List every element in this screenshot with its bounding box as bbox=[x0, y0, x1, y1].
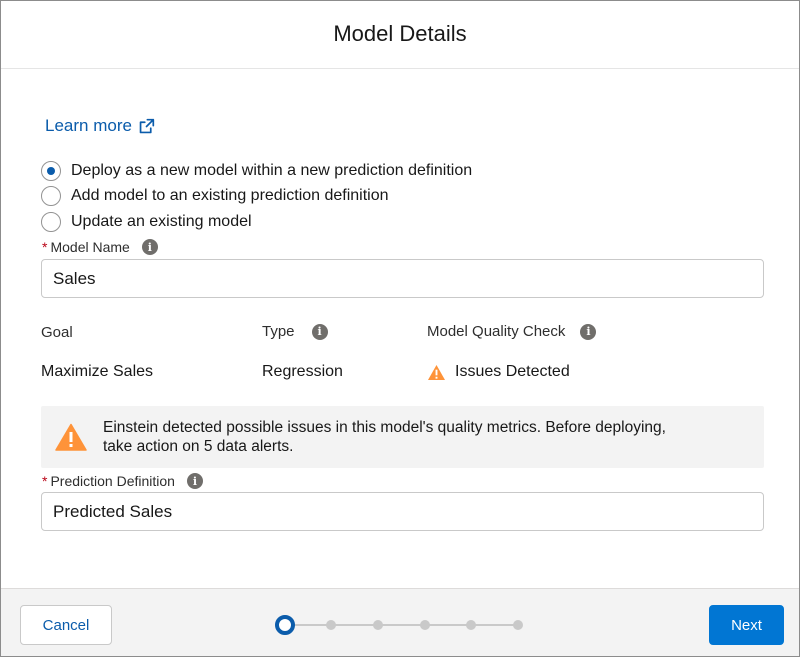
type-value: Regression bbox=[262, 363, 343, 381]
deploy-option-radio-group: Deploy as a new model within a new predi… bbox=[41, 158, 472, 235]
goal-value: Maximize Sales bbox=[41, 363, 153, 381]
model-quality-check-label: Model Quality Check i bbox=[427, 323, 597, 340]
required-marker: * bbox=[42, 239, 48, 255]
info-icon[interactable]: i bbox=[186, 473, 203, 489]
type-label-text: Type bbox=[262, 323, 295, 340]
alert-message: Einstein detected possible issues in thi… bbox=[103, 418, 666, 456]
modal-header: Model Details bbox=[1, 1, 799, 69]
alert-line-1: Einstein detected possible issues in thi… bbox=[103, 419, 666, 436]
modal-footer: Cancel Next bbox=[1, 588, 799, 656]
model-details-modal: Model Details Learn more Deploy as a new… bbox=[0, 0, 800, 657]
info-icon[interactable]: i bbox=[580, 323, 597, 340]
progress-step-2[interactable] bbox=[326, 620, 336, 630]
radio-button[interactable] bbox=[41, 211, 61, 232]
modal-title: Model Details bbox=[333, 20, 467, 46]
type-value-text: Regression bbox=[262, 363, 343, 380]
required-marker: * bbox=[42, 473, 48, 489]
alert-line-2: take action on 5 data alerts. bbox=[103, 438, 294, 455]
prediction-definition-value: Predicted Sales bbox=[53, 501, 173, 521]
radio-option-update-existing[interactable]: Update an existing model bbox=[41, 209, 472, 235]
radio-label: Deploy as a new model within a new predi… bbox=[71, 161, 473, 179]
cancel-button[interactable]: Cancel bbox=[20, 605, 112, 645]
radio-label: Update an existing model bbox=[71, 212, 252, 230]
external-link-icon bbox=[139, 118, 155, 133]
prediction-definition-label-text: Prediction Definition bbox=[50, 473, 175, 489]
model-name-label: * Model Name i bbox=[42, 239, 158, 255]
warning-icon bbox=[428, 364, 445, 380]
warning-icon bbox=[55, 423, 87, 451]
model-name-label-text: Model Name bbox=[50, 239, 130, 255]
goal-value-text: Maximize Sales bbox=[41, 363, 154, 380]
quality-value: Issues Detected bbox=[427, 363, 570, 381]
quality-value-text: Issues Detected bbox=[455, 363, 570, 380]
quality-warning-alert: Einstein detected possible issues in thi… bbox=[41, 406, 764, 468]
progress-step-4[interactable] bbox=[420, 620, 430, 630]
info-icon[interactable]: i bbox=[311, 323, 328, 340]
type-label: Type i bbox=[262, 323, 328, 340]
progress-step-3[interactable] bbox=[373, 620, 383, 630]
model-name-input[interactable]: Sales bbox=[41, 259, 764, 298]
goal-label-text: Goal bbox=[41, 324, 73, 341]
progress-indicator bbox=[275, 615, 525, 635]
radio-button-selected[interactable] bbox=[41, 160, 61, 181]
radio-label: Add model to an existing prediction defi… bbox=[71, 187, 389, 205]
progress-track bbox=[285, 624, 519, 626]
learn-more-link[interactable]: Learn more bbox=[45, 116, 155, 136]
learn-more-label: Learn more bbox=[45, 116, 132, 135]
progress-step-5[interactable] bbox=[466, 620, 476, 630]
progress-step-1-current[interactable] bbox=[275, 615, 295, 635]
radio-button[interactable] bbox=[41, 186, 61, 207]
progress-step-6[interactable] bbox=[513, 620, 523, 630]
radio-option-add-existing[interactable]: Add model to an existing prediction defi… bbox=[41, 184, 472, 210]
radio-option-new-model[interactable]: Deploy as a new model within a new predi… bbox=[41, 158, 472, 184]
prediction-definition-input[interactable]: Predicted Sales bbox=[41, 492, 764, 531]
goal-label: Goal bbox=[41, 324, 73, 341]
info-icon[interactable]: i bbox=[141, 239, 158, 255]
prediction-definition-label: * Prediction Definition i bbox=[42, 473, 203, 489]
next-button[interactable]: Next bbox=[709, 605, 784, 645]
quality-label-text: Model Quality Check bbox=[427, 323, 566, 340]
model-name-value: Sales bbox=[53, 268, 96, 288]
